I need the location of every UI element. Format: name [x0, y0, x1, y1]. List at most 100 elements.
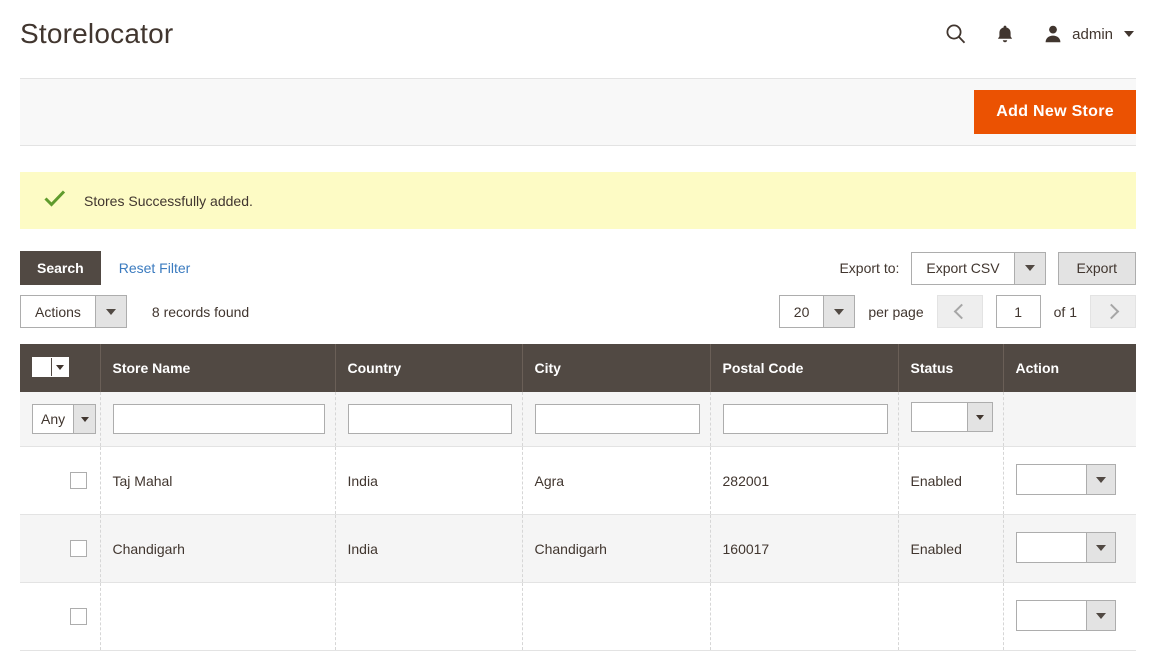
row-checkbox[interactable]	[70, 608, 87, 625]
grid-massaction-controls: Actions 8 records found	[20, 295, 249, 328]
filter-input-city[interactable]	[534, 404, 700, 434]
page-title: Storelocator	[20, 18, 174, 49]
filter-input-postal-code[interactable]	[722, 404, 888, 434]
row-action-select[interactable]	[1015, 600, 1116, 631]
total-pages-label: of 1	[1053, 303, 1077, 320]
row-checkbox-cell	[20, 582, 101, 651]
chevron-down-icon	[94, 296, 126, 327]
table-header-row: Store Name Country City Postal Code Stat…	[20, 344, 1136, 392]
user-name-label: admin	[1072, 25, 1113, 43]
table-filter-row: Any	[20, 392, 1136, 447]
success-message-text: Stores Successfully added.	[84, 192, 253, 209]
column-header-action: Action	[1003, 344, 1136, 392]
row-checkbox-cell	[20, 514, 101, 583]
search-button[interactable]: Search	[20, 251, 101, 285]
filter-input-store-name[interactable]	[112, 404, 325, 434]
table-row[interactable]	[20, 582, 1136, 651]
column-header-status[interactable]: Status	[898, 344, 1004, 392]
check-icon	[44, 189, 66, 212]
cell-action	[1003, 582, 1136, 651]
row-checkbox[interactable]	[70, 540, 87, 557]
cell-postal-code: 160017	[710, 514, 899, 583]
chevron-down-icon	[823, 296, 855, 327]
chevron-left-icon	[953, 303, 969, 320]
chevron-down-icon	[1013, 252, 1045, 284]
reset-filter-link[interactable]: Reset Filter	[119, 260, 191, 276]
page-actions-toolbar: Add New Store	[20, 78, 1136, 146]
actions-value: Actions	[35, 303, 81, 320]
filter-select-status[interactable]	[910, 402, 993, 432]
cell-city: Chandigarh	[522, 514, 711, 583]
chevron-right-icon	[1103, 303, 1120, 320]
success-message: Stores Successfully added.	[20, 172, 1136, 229]
chevron-down-icon	[1085, 533, 1115, 562]
select-all-header	[20, 344, 101, 392]
chevron-down-icon	[73, 405, 95, 433]
filter-cell-country	[335, 392, 523, 447]
row-action-select[interactable]	[1015, 464, 1116, 495]
column-header-country[interactable]: Country	[335, 344, 523, 392]
row-action-value	[1017, 533, 1086, 562]
row-checkbox[interactable]	[70, 472, 87, 489]
cell-status: Enabled	[898, 446, 1004, 515]
store-grid: Store Name Country City Postal Code Stat…	[20, 344, 1136, 651]
export-controls: Export to: Export CSV Export	[839, 251, 1136, 285]
export-format-value: Export CSV	[926, 260, 1000, 276]
records-found-label: 8 records found	[151, 303, 250, 320]
add-new-store-button[interactable]: Add New Store	[974, 90, 1136, 134]
user-menu[interactable]: admin	[1043, 24, 1134, 44]
export-button[interactable]: Export	[1057, 251, 1136, 285]
cell-city	[522, 582, 711, 651]
export-to-label: Export to:	[839, 260, 900, 276]
chevron-down-icon	[1085, 465, 1115, 494]
grid-controls-row-2: Actions 8 records found 20 per page of 1	[20, 295, 1136, 328]
bell-icon[interactable]	[995, 23, 1015, 45]
cell-status	[898, 582, 1004, 651]
column-header-postal-code[interactable]: Postal Code	[710, 344, 899, 392]
cell-country: India	[335, 446, 523, 515]
cell-country	[335, 582, 523, 651]
row-action-value	[1017, 601, 1086, 630]
row-action-select[interactable]	[1015, 532, 1116, 563]
cell-status: Enabled	[898, 514, 1004, 583]
cell-store-name: Taj Mahal	[100, 446, 336, 515]
header-actions: admin	[945, 23, 1136, 45]
filter-cell-postal-code	[710, 392, 899, 447]
next-page-button[interactable]	[1090, 295, 1136, 328]
filter-select-status-value	[912, 403, 967, 431]
search-icon[interactable]	[945, 23, 967, 45]
checkbox-dropdown-icon[interactable]	[32, 357, 69, 377]
column-header-city[interactable]: City	[522, 344, 711, 392]
current-page-input[interactable]	[995, 295, 1041, 328]
export-format-select[interactable]: Export CSV	[911, 251, 1046, 285]
grid-controls-row-1: Search Reset Filter Export to: Export CS…	[20, 251, 1136, 285]
column-header-store-name[interactable]: Store Name	[100, 344, 336, 392]
grid-pager: 20 per page of 1	[778, 295, 1136, 328]
cell-city: Agra	[522, 446, 711, 515]
cell-store-name: Chandigarh	[100, 514, 336, 583]
filter-cell-status	[898, 392, 1004, 447]
cell-action	[1003, 514, 1136, 583]
per-page-label: per page	[868, 303, 924, 320]
cell-store-name	[100, 582, 336, 651]
chevron-down-icon	[1124, 31, 1134, 37]
row-checkbox-cell	[20, 446, 101, 515]
actions-select[interactable]: Actions	[20, 295, 127, 328]
user-avatar-icon	[1043, 24, 1063, 44]
storelocator-page: Storelocator admin Add New Store Stores …	[0, 0, 1158, 651]
chevron-down-icon	[1085, 601, 1115, 630]
cell-action	[1003, 446, 1136, 515]
filter-input-country[interactable]	[347, 404, 512, 434]
page-header: Storelocator admin	[0, 0, 1158, 68]
filter-select-mode[interactable]: Any	[32, 404, 96, 434]
table-row[interactable]: Taj Mahal India Agra 282001 Enabled	[20, 446, 1136, 515]
per-page-value: 20	[793, 303, 810, 320]
cell-postal-code: 282001	[710, 446, 899, 515]
per-page-select[interactable]: 20	[778, 295, 856, 328]
previous-page-button[interactable]	[936, 295, 983, 328]
grid-search-controls: Search Reset Filter	[20, 251, 190, 285]
cell-country: India	[335, 514, 523, 583]
filter-cell-city	[522, 392, 711, 447]
filter-select-mode-value: Any	[41, 411, 66, 427]
table-row[interactable]: Chandigarh India Chandigarh 160017 Enabl…	[20, 514, 1136, 583]
